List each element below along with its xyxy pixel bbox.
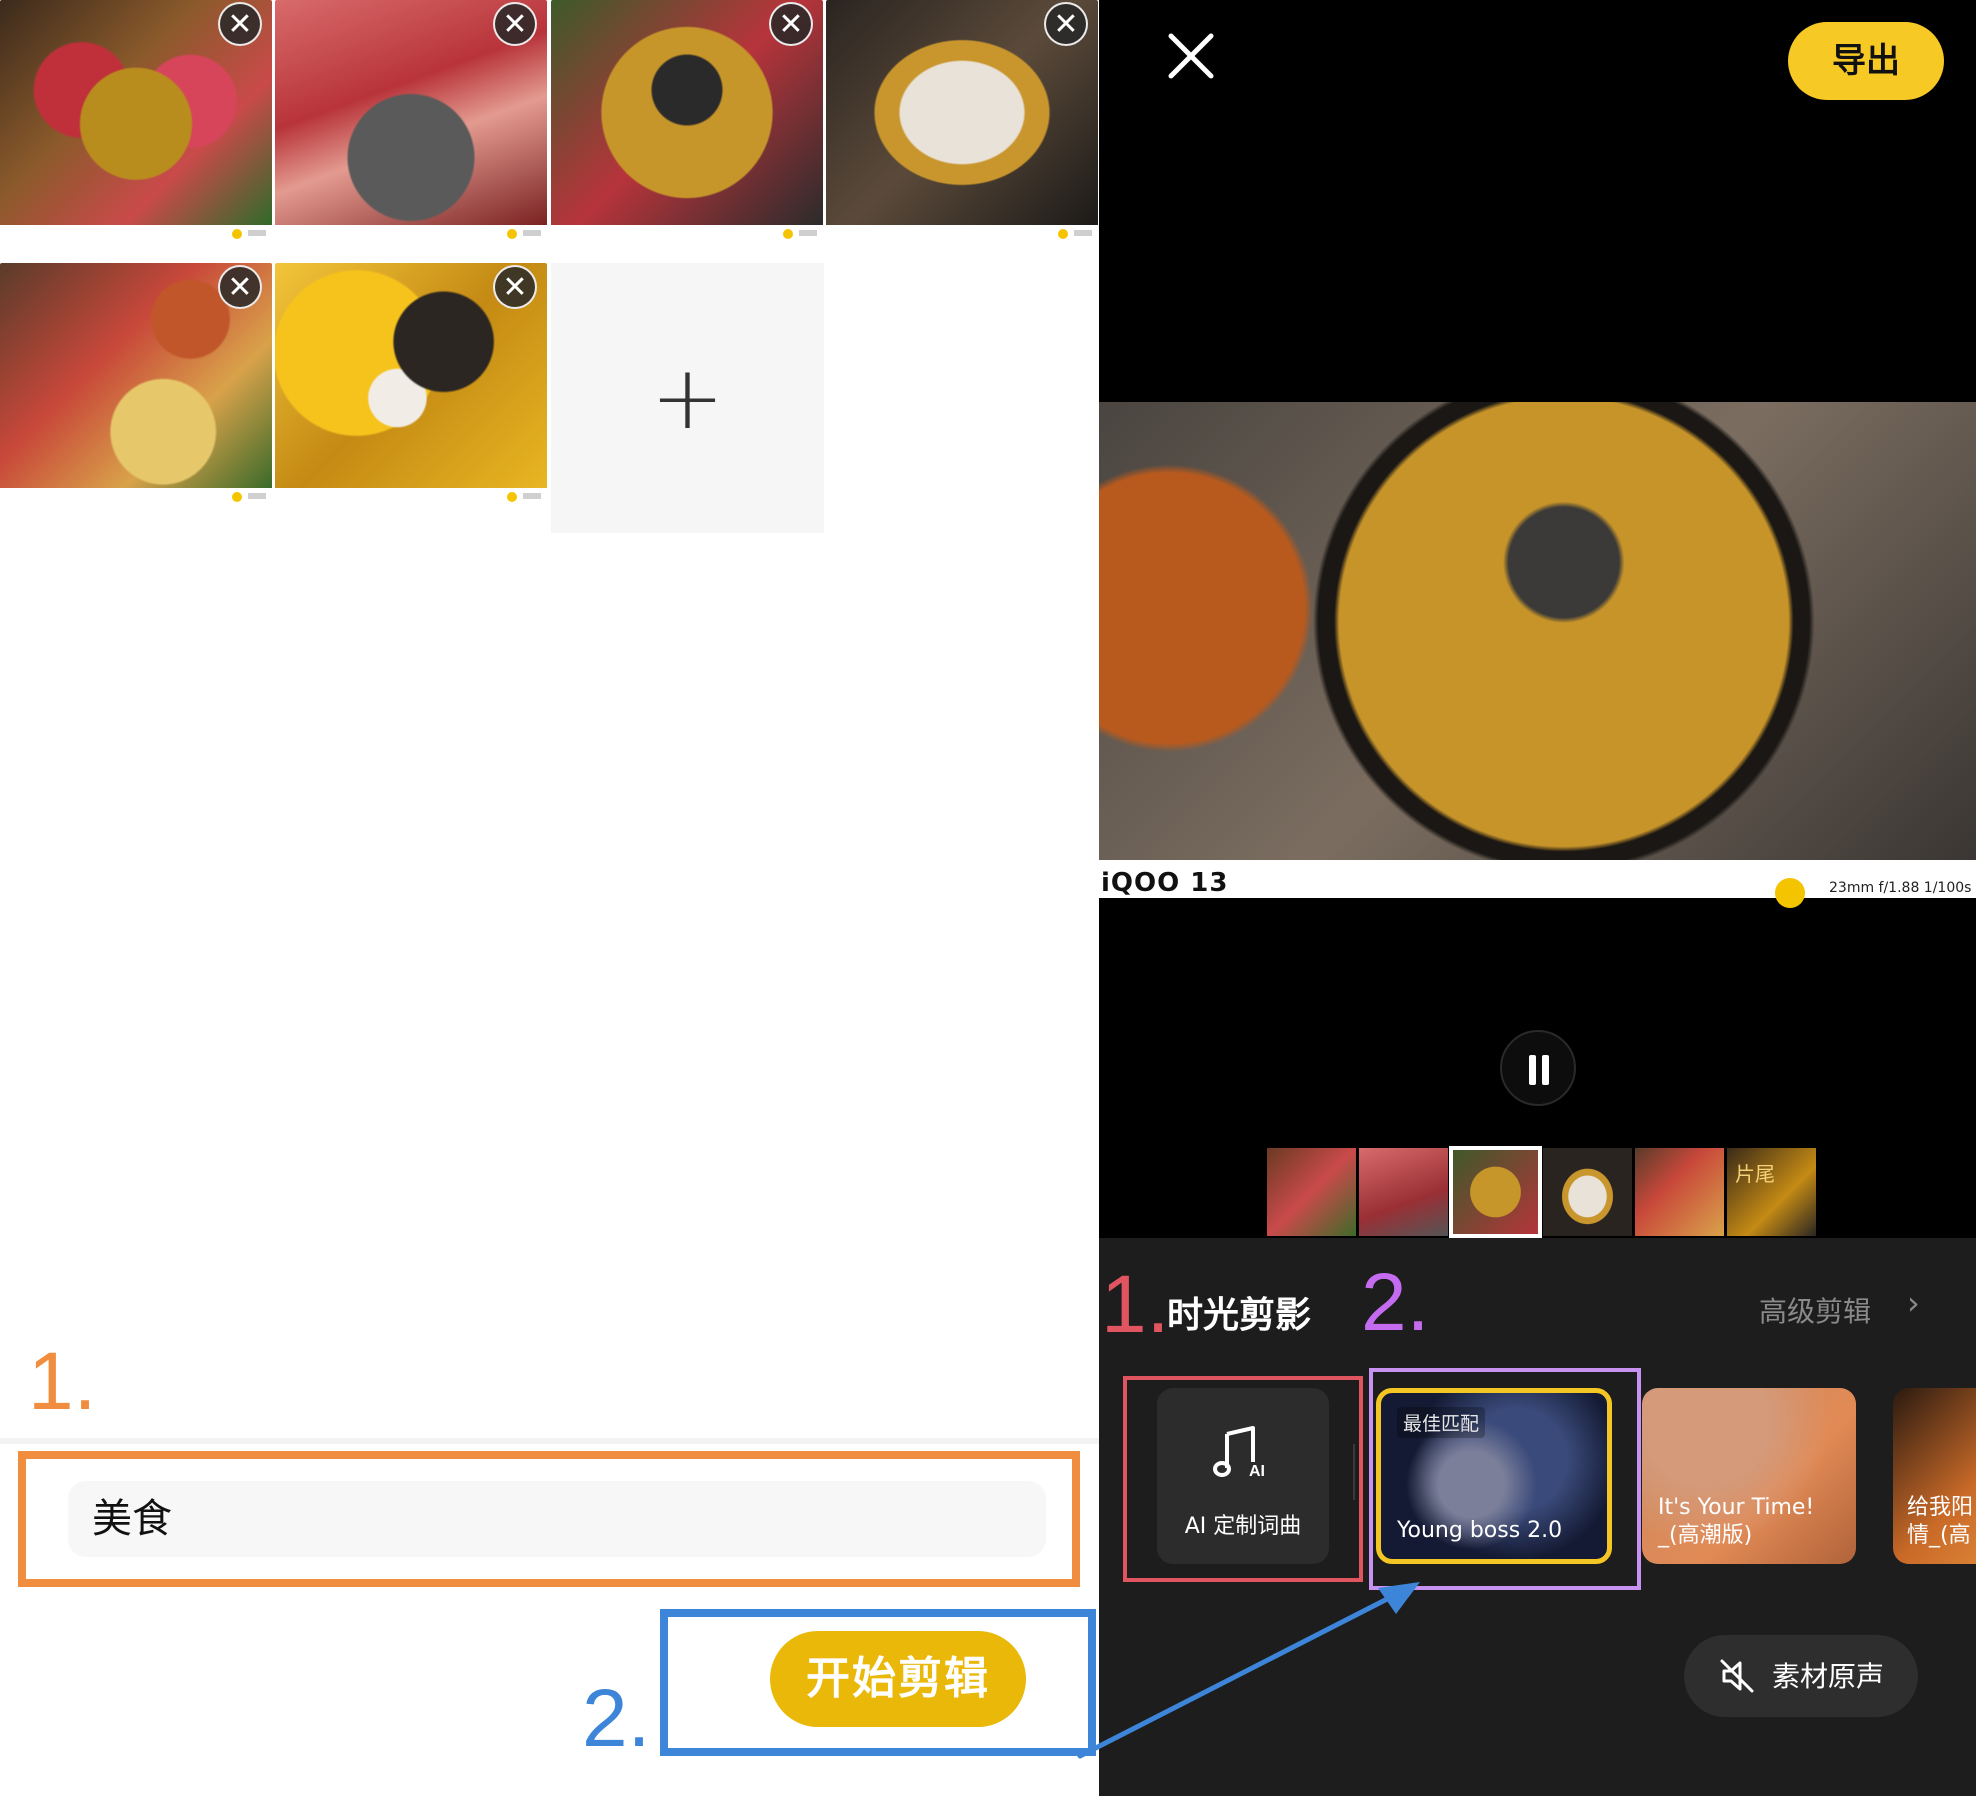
annotation-arrow	[1077, 1582, 1420, 1759]
